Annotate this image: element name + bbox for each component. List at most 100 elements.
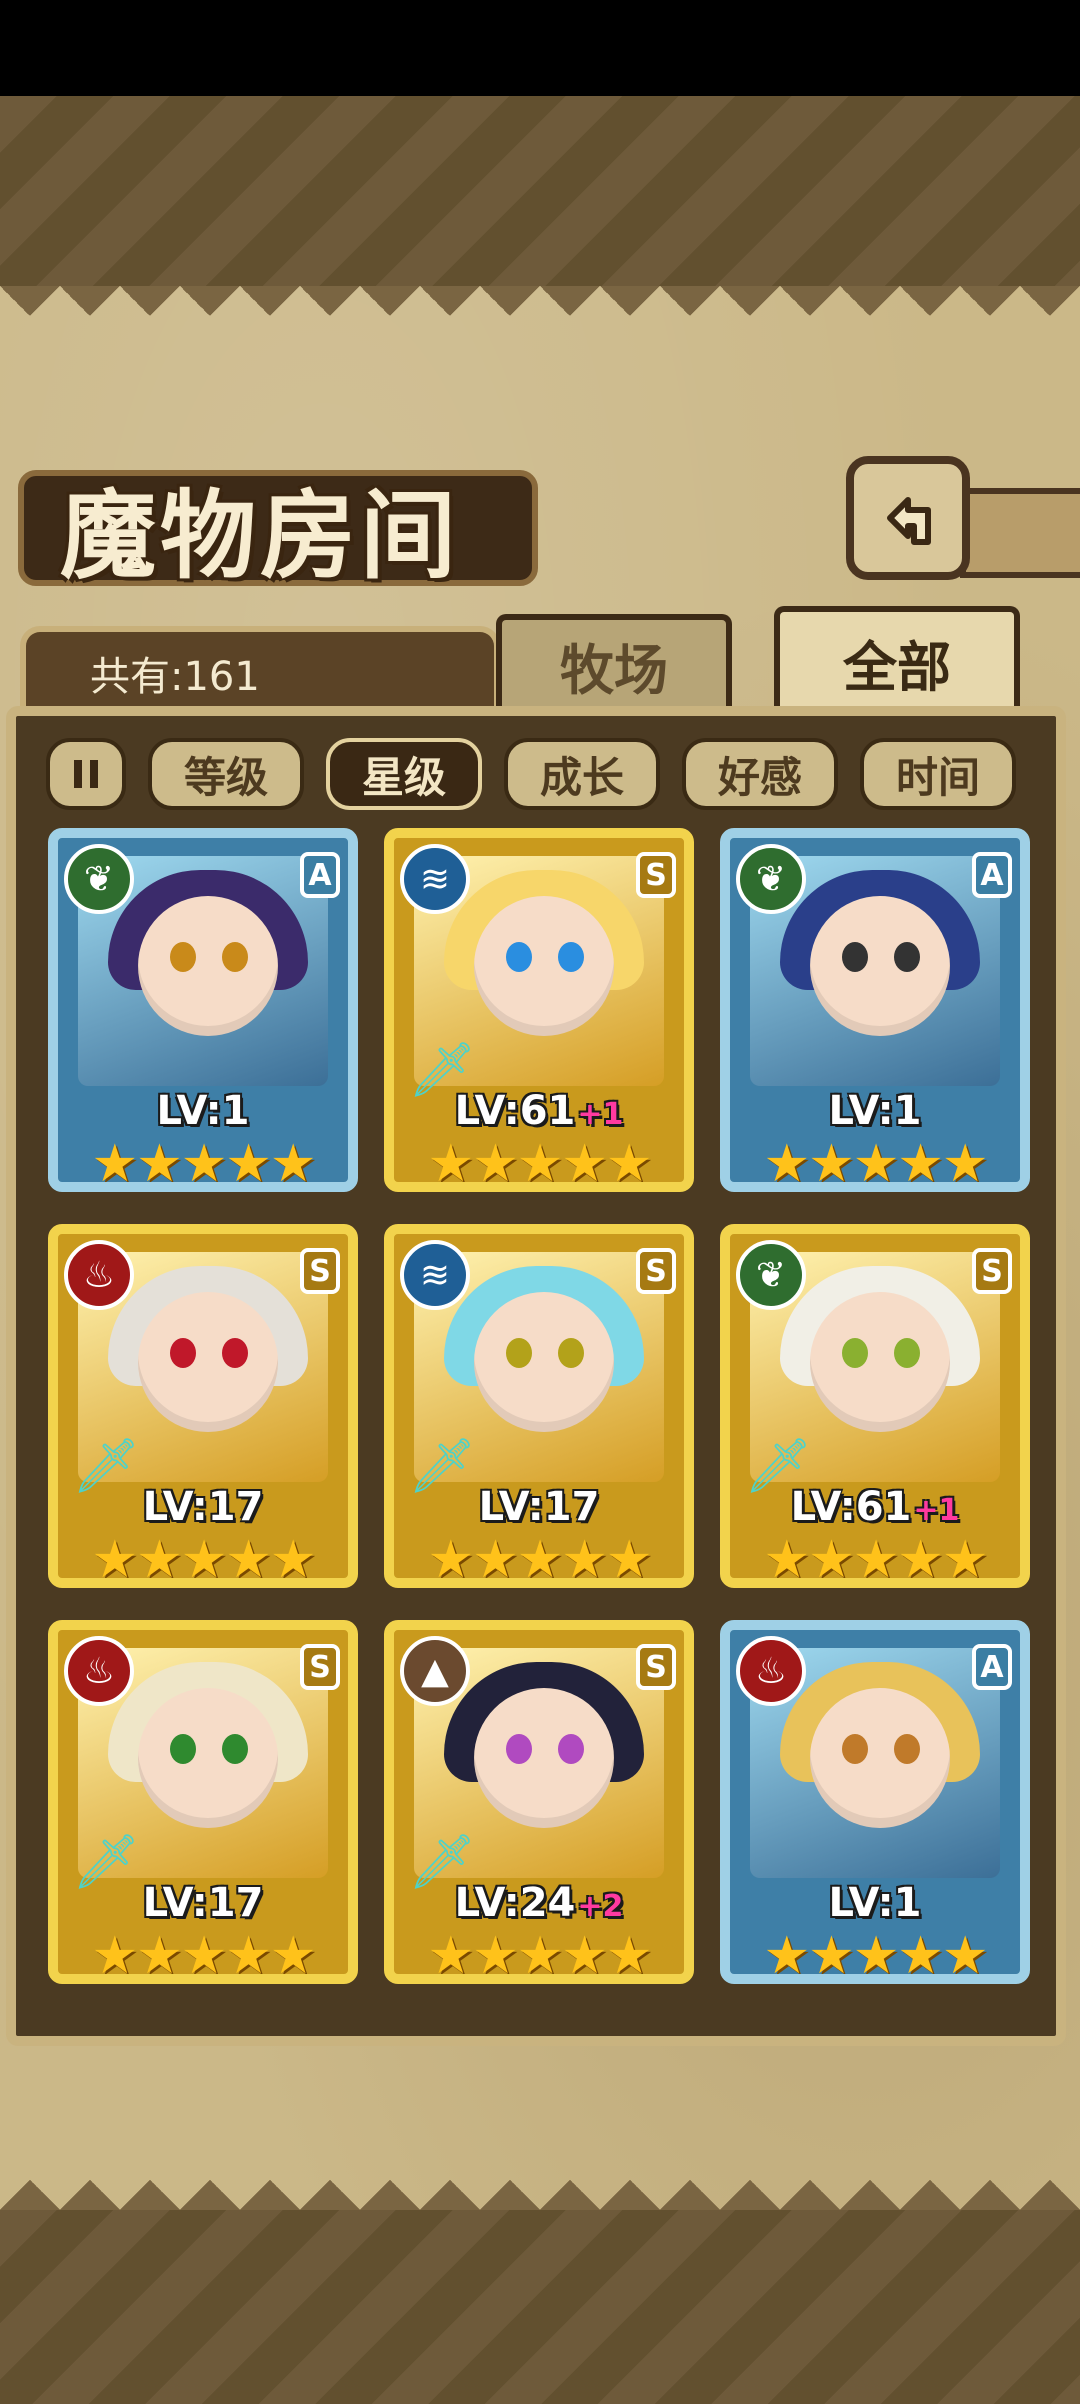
star-rating: ★★★★★	[91, 1926, 316, 1984]
level-bonus: +1	[577, 1097, 624, 1132]
back-arrow-icon	[887, 497, 931, 545]
rank-badge: S	[300, 1644, 340, 1690]
page-title: 魔物房间	[60, 480, 460, 592]
star-rating: ★★★★★	[763, 1926, 988, 1984]
monster-eye	[170, 1734, 196, 1764]
level-text: LV:1	[156, 1088, 250, 1134]
fire-element-icon: ♨	[736, 1636, 806, 1706]
monster-card[interactable]: ≋ S 🗡 LV:17 ★★★★★	[384, 1224, 694, 1588]
rank-badge: S	[636, 1644, 676, 1690]
star-rating: ★★★★★	[763, 1530, 988, 1588]
monster-level: LV:1	[730, 1088, 1020, 1134]
monster-eye	[894, 1734, 920, 1764]
monster-card[interactable]: ❦ A LV:1 ★★★★★	[720, 828, 1030, 1192]
monster-eye	[170, 1338, 196, 1368]
monster-face	[138, 896, 278, 1036]
rank-badge: A	[972, 1644, 1012, 1690]
monster-eye	[222, 942, 248, 972]
zigzag-border-top	[0, 286, 1080, 346]
rank-badge: S	[300, 1248, 340, 1294]
water-element-icon: ≋	[400, 844, 470, 914]
monster-eye	[170, 942, 196, 972]
star-rating: ★★★★★	[427, 1530, 652, 1588]
fire-element-icon: ♨	[64, 1240, 134, 1310]
level-text: LV:17	[478, 1484, 600, 1530]
status-bar	[0, 0, 1080, 96]
earth-element-icon: ▲	[400, 1636, 470, 1706]
zigzag-border-bottom	[0, 2150, 1080, 2210]
monster-eye	[842, 1734, 868, 1764]
monster-eye	[558, 1338, 584, 1368]
monster-level: LV:17	[58, 1484, 348, 1530]
monster-eye	[842, 1338, 868, 1368]
water-element-icon: ≋	[400, 1240, 470, 1310]
monster-eye	[506, 1734, 532, 1764]
star-rating: ★★★★★	[91, 1134, 316, 1192]
pause-button[interactable]	[46, 738, 126, 810]
monster-face	[810, 896, 950, 1036]
monster-card[interactable]: ♨ S 🗡 LV:17 ★★★★★	[48, 1620, 358, 1984]
level-bonus: +1	[913, 1493, 960, 1528]
level-text: LV:24	[454, 1880, 576, 1926]
back-button[interactable]	[846, 456, 970, 580]
monster-level: LV:17	[394, 1484, 684, 1530]
star-rating: ★★★★★	[91, 1530, 316, 1588]
monster-eye	[558, 1734, 584, 1764]
monster-level: LV:1	[58, 1088, 348, 1134]
background-top	[0, 96, 1080, 286]
monster-level: LV:1	[730, 1880, 1020, 1926]
sort-affection-button[interactable]: 好感	[682, 738, 838, 810]
background-bottom	[0, 2210, 1080, 2404]
monster-eye	[222, 1734, 248, 1764]
monster-card[interactable]: ❦ S 🗡 LV:61+1 ★★★★★	[720, 1224, 1030, 1588]
level-bonus: +2	[577, 1889, 624, 1924]
monster-face	[810, 1292, 950, 1432]
level-text: LV:1	[828, 1088, 922, 1134]
star-rating: ★★★★★	[763, 1134, 988, 1192]
rank-badge: S	[972, 1248, 1012, 1294]
monster-card[interactable]: ≋ S 🗡 LV:61+1 ★★★★★	[384, 828, 694, 1192]
pause-icon	[74, 760, 98, 788]
monster-level: LV:61+1	[730, 1484, 1020, 1530]
rank-badge: A	[300, 852, 340, 898]
level-text: LV:17	[142, 1880, 264, 1926]
wood-element-icon: ❦	[736, 1240, 806, 1310]
fire-element-icon: ♨	[64, 1636, 134, 1706]
monster-level: LV:61+1	[394, 1088, 684, 1134]
tab-ranch[interactable]: 牧场	[496, 614, 732, 710]
wood-element-icon: ❦	[64, 844, 134, 914]
monster-level: LV:17	[58, 1880, 348, 1926]
monster-eye	[222, 1338, 248, 1368]
sort-star-button[interactable]: 星级	[326, 738, 482, 810]
monster-card[interactable]: ❦ A LV:1 ★★★★★	[48, 828, 358, 1192]
monster-face	[474, 1292, 614, 1432]
star-rating: ★★★★★	[427, 1926, 652, 1984]
level-text: LV:61	[790, 1484, 912, 1530]
rank-badge: S	[636, 1248, 676, 1294]
sort-bar: 等级 星级 成长 好感 时间	[46, 738, 1016, 814]
monster-card[interactable]: ▲ S 🗡 LV:24+2 ★★★★★	[384, 1620, 694, 1984]
monster-card[interactable]: ♨ A LV:1 ★★★★★	[720, 1620, 1030, 1984]
level-text: LV:61	[454, 1088, 576, 1134]
star-rating: ★★★★★	[427, 1134, 652, 1192]
wood-element-icon: ❦	[736, 844, 806, 914]
monster-count-label: 共有:161	[90, 654, 260, 700]
monster-eye	[506, 942, 532, 972]
monster-card[interactable]: ♨ S 🗡 LV:17 ★★★★★	[48, 1224, 358, 1588]
monster-eye	[558, 942, 584, 972]
monster-eye	[894, 1338, 920, 1368]
sort-level-button[interactable]: 等级	[148, 738, 304, 810]
sort-growth-button[interactable]: 成长	[504, 738, 660, 810]
tab-all[interactable]: 全部	[774, 606, 1020, 712]
monster-face	[810, 1688, 950, 1828]
rank-badge: S	[636, 852, 676, 898]
monster-face	[138, 1292, 278, 1432]
sort-time-button[interactable]: 时间	[860, 738, 1016, 810]
level-text: LV:1	[828, 1880, 922, 1926]
monster-face	[474, 896, 614, 1036]
back-rail	[960, 488, 1080, 578]
monster-eye	[506, 1338, 532, 1368]
level-text: LV:17	[142, 1484, 264, 1530]
monster-level: LV:24+2	[394, 1880, 684, 1926]
rank-badge: A	[972, 852, 1012, 898]
